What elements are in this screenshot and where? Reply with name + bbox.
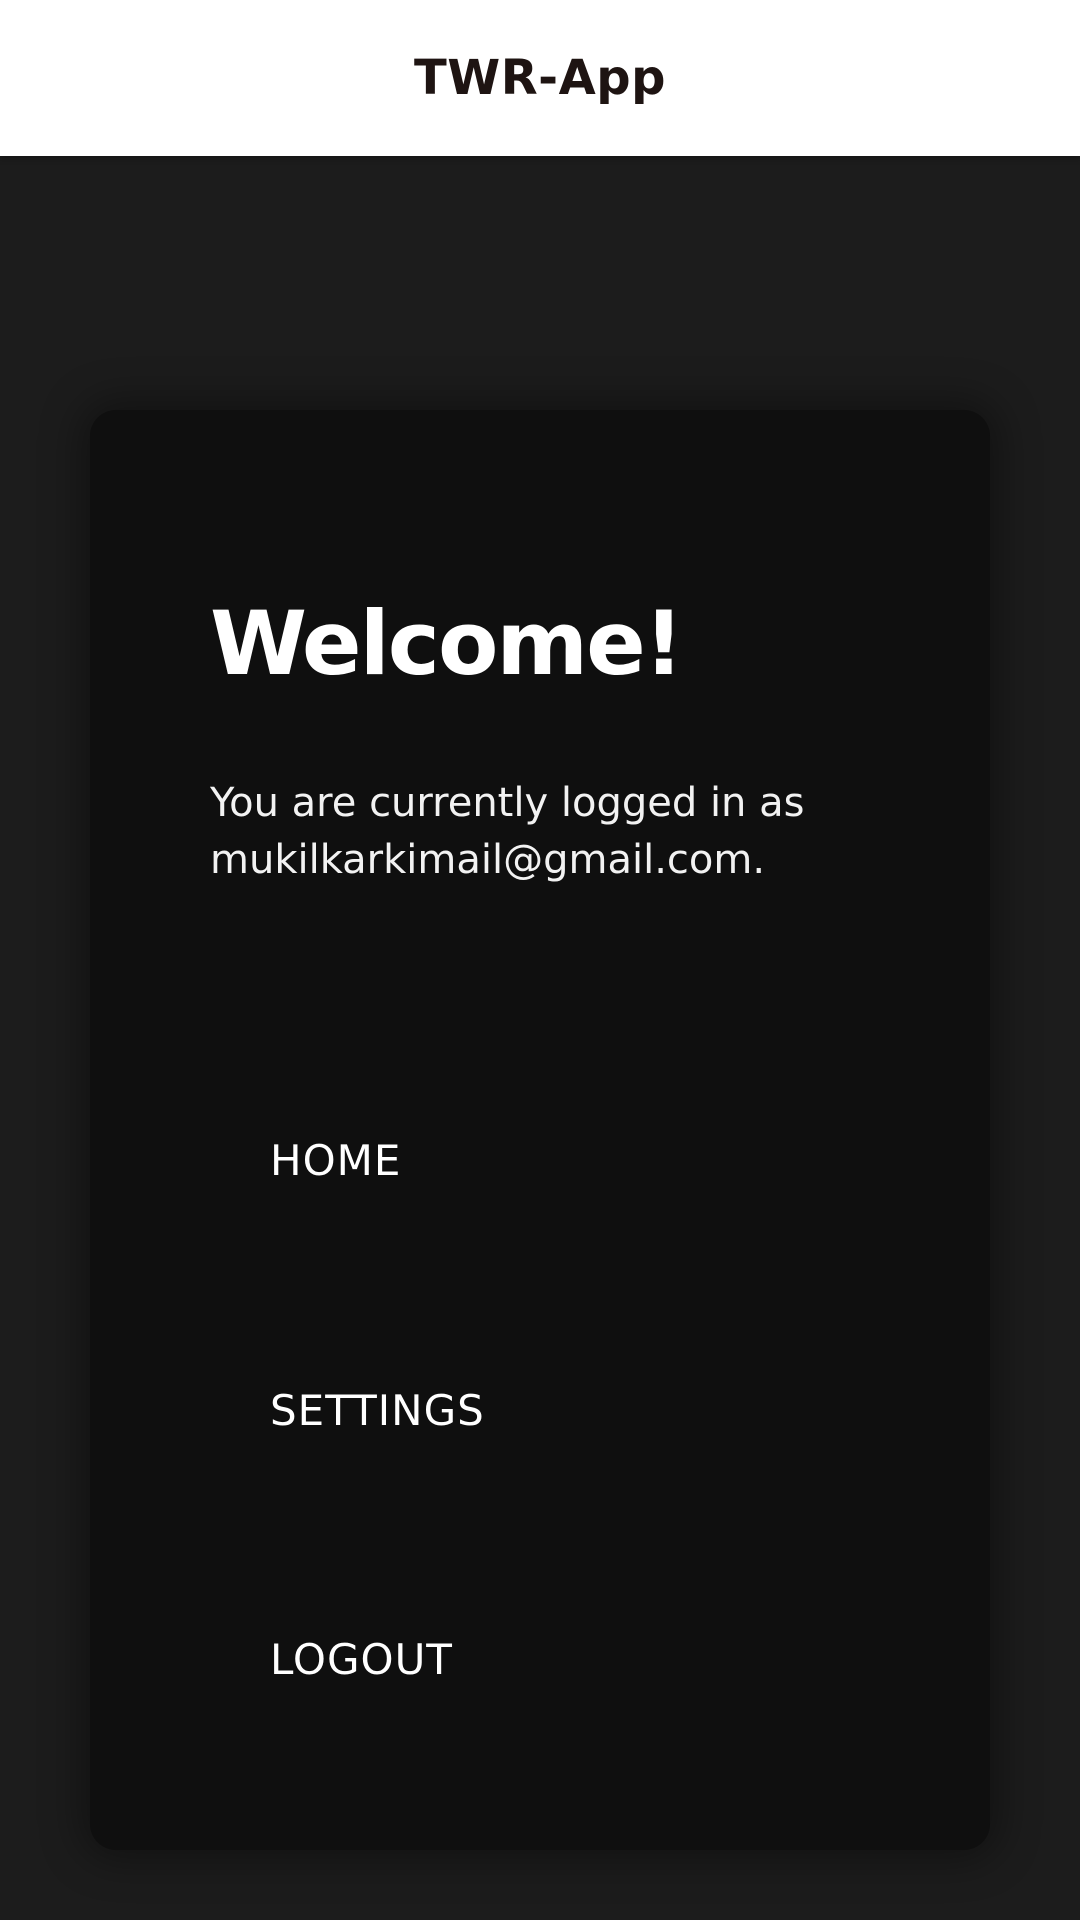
welcome-card: Welcome! You are currently logged in as …	[90, 410, 990, 1850]
welcome-title: Welcome!	[210, 592, 684, 695]
login-prefix: You are currently logged in as	[210, 780, 805, 826]
login-info: You are currently logged in as mukilkark…	[210, 775, 930, 889]
nav-home-button[interactable]: HOME	[270, 1140, 401, 1182]
user-email: mukilkarkimail@gmail.com.	[210, 837, 766, 883]
nav-settings-button[interactable]: SETTINGS	[270, 1390, 485, 1432]
nav-logout-button[interactable]: LOGOUT	[270, 1639, 453, 1681]
app-title: TWR-App	[414, 50, 666, 106]
app-bar: TWR-App	[0, 0, 1080, 156]
